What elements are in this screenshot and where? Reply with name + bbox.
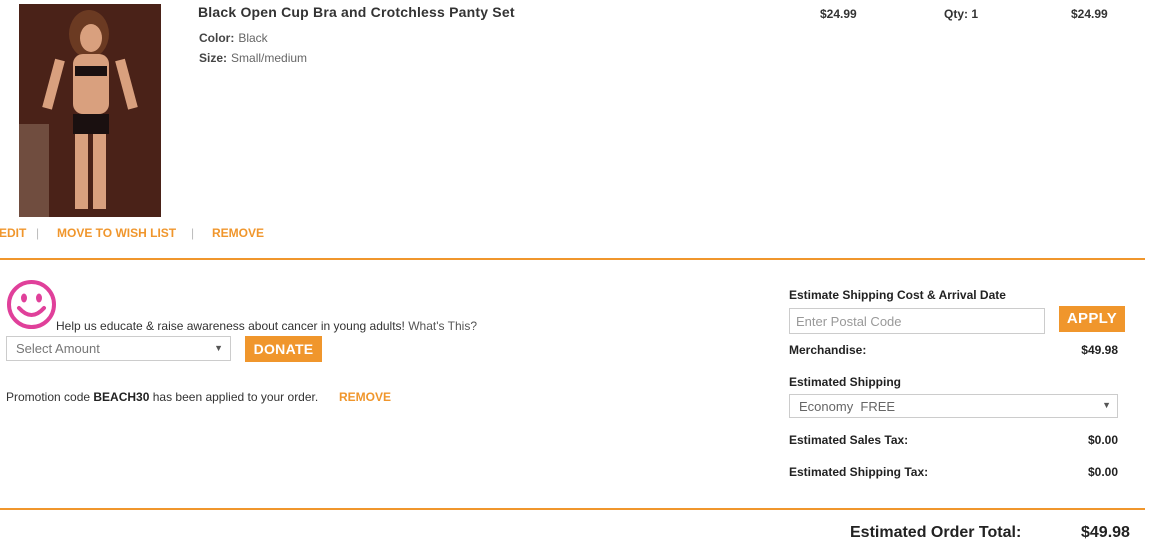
separator: | <box>36 226 40 240</box>
sales-tax-label: Estimated Sales Tax: <box>789 433 909 447</box>
order-total-label: Estimated Order Total: <box>850 524 1022 541</box>
chevron-down-icon: ▼ <box>1102 400 1111 410</box>
section-divider <box>0 258 1145 260</box>
donation-amount-select[interactable]: Select Amount ▼ <box>6 336 231 361</box>
promo-message: Promotion code BEACH30 has been applied … <box>6 390 318 404</box>
apply-button[interactable]: APPLY <box>1059 306 1125 332</box>
promo-code: BEACH30 <box>93 390 150 404</box>
donation-message: Help us educate & raise awareness about … <box>56 319 405 333</box>
color-key: Color: <box>199 31 235 45</box>
separator: | <box>191 226 195 240</box>
product-image[interactable] <box>19 4 161 217</box>
line-total: $24.99 <box>1071 7 1108 21</box>
shipping-tax-label: Estimated Shipping Tax: <box>789 465 929 479</box>
product-size: Size: Small/medium <box>199 51 307 65</box>
promo-suffix: has been applied to your order. <box>152 390 319 404</box>
remove-item-link[interactable]: REMOVE <box>212 226 264 240</box>
whats-this-link[interactable]: What's This? <box>408 319 477 333</box>
merchandise-label: Merchandise: <box>789 343 867 357</box>
unit-price: $24.99 <box>820 7 857 21</box>
product-color: Color: Black <box>199 31 268 45</box>
donate-button[interactable]: DONATE <box>245 336 322 362</box>
edit-link[interactable]: EDIT <box>0 226 26 240</box>
sales-tax-value: $0.00 <box>1087 433 1118 447</box>
donation-text: Help us educate & raise awareness about … <box>56 319 477 333</box>
size-key: Size: <box>199 51 228 65</box>
quantity: Qty: 1 <box>944 7 979 21</box>
remove-promo-link[interactable]: REMOVE <box>339 390 391 404</box>
promo-prefix: Promotion code <box>6 390 91 404</box>
order-total-value: $49.98 <box>1081 524 1130 541</box>
chevron-down-icon: ▼ <box>214 343 223 353</box>
shipping-tax-value: $0.00 <box>1087 465 1118 479</box>
size-value: Small/medium <box>231 51 308 65</box>
estimated-shipping-label: Estimated Shipping <box>789 375 902 389</box>
color-value: Black <box>238 31 268 45</box>
move-to-wishlist-link[interactable]: MOVE TO WISH LIST <box>57 226 176 240</box>
shipping-method-select[interactable]: Economy FREE ▼ <box>789 394 1118 418</box>
section-divider <box>0 508 1145 510</box>
postal-code-input[interactable] <box>789 308 1045 334</box>
product-title[interactable]: Black Open Cup Bra and Crotchless Panty … <box>198 4 515 20</box>
shipping-method-value: Economy FREE <box>799 399 896 414</box>
smiley-icon <box>7 280 56 329</box>
donation-amount-placeholder: Select Amount <box>16 341 100 356</box>
estimate-shipping-heading: Estimate Shipping Cost & Arrival Date <box>789 288 1006 302</box>
merchandise-value: $49.98 <box>1081 343 1118 357</box>
